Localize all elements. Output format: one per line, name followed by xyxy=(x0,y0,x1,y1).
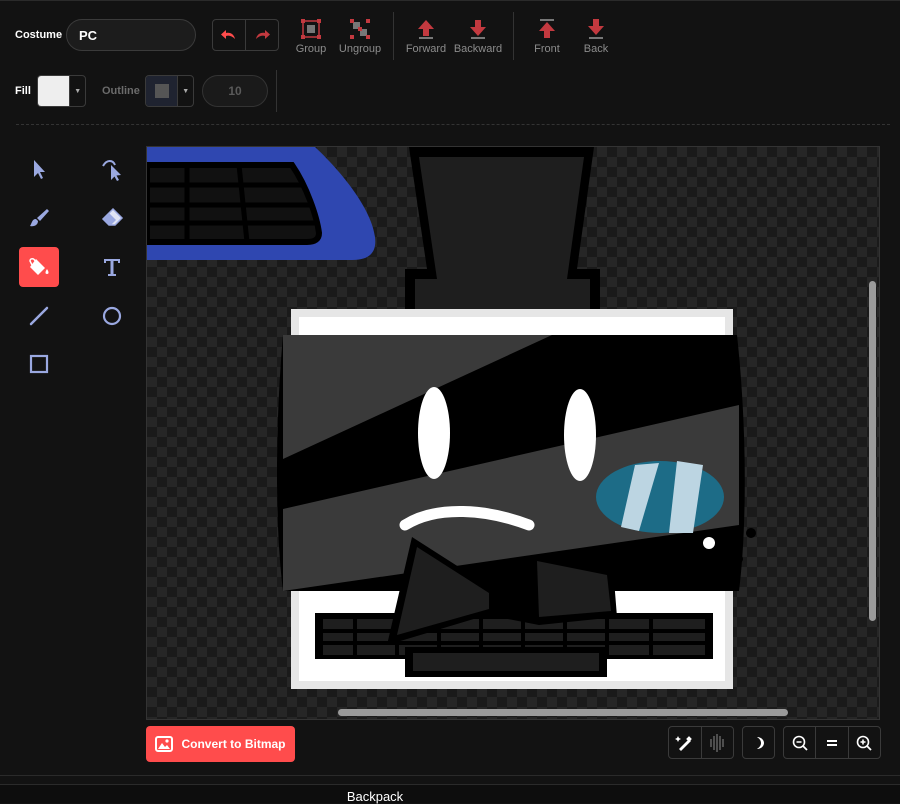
rectangle-icon xyxy=(29,354,49,374)
undo-button[interactable] xyxy=(213,20,245,50)
select-tool[interactable] xyxy=(19,149,59,189)
arrow-cursor-icon xyxy=(34,160,45,179)
costume-drawing xyxy=(147,147,756,689)
redo-button[interactable] xyxy=(245,20,278,50)
text-tool[interactable] xyxy=(92,247,132,287)
costume-label: Costume xyxy=(15,29,63,41)
outline-width-input[interactable]: 10 xyxy=(202,75,268,107)
backward-label: Backward xyxy=(453,43,503,55)
top-hat xyxy=(405,147,600,319)
paint-canvas[interactable] xyxy=(146,146,880,720)
arrow-to-back-icon xyxy=(588,19,604,39)
convert-to-bitmap-button[interactable]: Convert to Bitmap xyxy=(146,726,295,762)
group-icon xyxy=(301,19,321,39)
vertical-scrollbar[interactable] xyxy=(869,281,876,621)
group-label: Group xyxy=(295,43,327,55)
smoothing-button[interactable] xyxy=(669,727,701,758)
convert-to-bitmap-label: Convert to Bitmap xyxy=(181,737,286,751)
ungroup-icon xyxy=(350,19,370,39)
editor-bottom-border xyxy=(0,775,900,776)
right-eye xyxy=(564,389,596,481)
undo-icon xyxy=(221,30,235,39)
wave-bars-icon xyxy=(710,733,724,752)
text-icon xyxy=(104,259,120,276)
reshape-cursor-icon xyxy=(102,160,121,181)
top-border xyxy=(0,0,900,1)
circle-tool[interactable] xyxy=(92,296,132,336)
fill-swatch xyxy=(38,76,70,106)
zoom-in-button[interactable] xyxy=(847,727,880,758)
forward-button[interactable]: Forward xyxy=(396,18,456,55)
zoom-out-button[interactable] xyxy=(784,727,815,758)
equals-icon xyxy=(826,739,837,746)
costume-name-input[interactable]: PC xyxy=(66,19,196,51)
brush-icon xyxy=(30,209,49,227)
ungroup-label: Ungroup xyxy=(338,43,382,55)
back-label: Back xyxy=(583,43,609,55)
arrow-up-icon xyxy=(418,20,434,39)
monocle xyxy=(596,461,724,533)
circle-icon xyxy=(102,306,122,326)
blue-shape xyxy=(147,147,376,260)
fill-color-button[interactable]: ▼ xyxy=(37,75,86,107)
line-icon xyxy=(29,306,49,326)
zoom-out-icon xyxy=(792,735,808,751)
eraser-icon xyxy=(101,207,124,226)
arrow-down-icon xyxy=(470,20,486,39)
fill-tool[interactable] xyxy=(19,247,59,287)
toolbar-separator xyxy=(16,124,890,125)
paint-bucket-icon xyxy=(29,258,49,275)
reshape-tool[interactable] xyxy=(92,149,132,189)
horizontal-scrollbar[interactable] xyxy=(338,709,788,716)
redo-icon xyxy=(256,30,270,39)
zoom-group xyxy=(783,726,881,759)
sparkle-pen-icon xyxy=(674,735,692,751)
caret-down-icon: ▼ xyxy=(177,76,193,106)
fill-label: Fill xyxy=(15,85,31,97)
undo-redo-group xyxy=(212,19,279,51)
outline-swatch xyxy=(146,76,178,106)
toolbar-divider xyxy=(393,12,394,60)
eraser-tool[interactable] xyxy=(92,198,132,238)
outline-color-button[interactable]: ▼ xyxy=(145,75,194,107)
outline-label: Outline xyxy=(102,85,140,97)
caret-down-icon: ▼ xyxy=(69,76,85,106)
theme-group xyxy=(742,726,775,759)
front-label: Front xyxy=(534,43,560,55)
line-tool[interactable] xyxy=(19,296,59,336)
rectangle-tool[interactable] xyxy=(19,344,59,384)
left-eye xyxy=(418,387,450,479)
zoom-in-icon xyxy=(857,735,872,751)
sound-wave-button[interactable] xyxy=(700,727,734,758)
zoom-reset-button[interactable] xyxy=(815,727,847,758)
dark-mode-button[interactable] xyxy=(743,727,774,758)
backward-button[interactable]: Backward xyxy=(448,18,508,55)
brush-tool[interactable] xyxy=(19,198,59,238)
image-icon xyxy=(155,736,174,752)
arrow-to-front-icon xyxy=(539,19,555,38)
toolbar-divider xyxy=(276,70,277,112)
toolbar-divider xyxy=(513,12,514,60)
brush-mode-group xyxy=(668,726,734,759)
back-button[interactable]: Back xyxy=(566,18,626,55)
moon-icon xyxy=(756,736,764,749)
ungroup-button[interactable]: Ungroup xyxy=(330,18,390,55)
forward-label: Forward xyxy=(405,43,447,55)
